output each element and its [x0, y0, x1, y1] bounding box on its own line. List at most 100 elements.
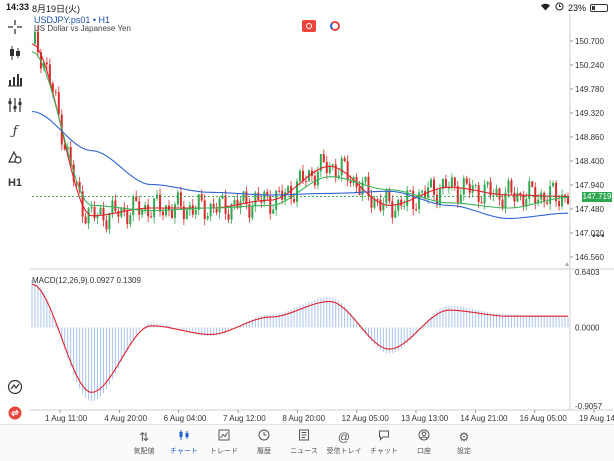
candle-bullish: [299, 170, 301, 182]
nav-trade[interactable]: トレード: [204, 428, 244, 456]
candle-bullish: [218, 198, 221, 213]
sell-button[interactable]: [302, 20, 316, 32]
candle-bullish: [209, 203, 212, 217]
chart-icon: [164, 428, 204, 446]
price-tick-label: 150.700: [575, 37, 604, 46]
candle-bearish: [531, 181, 534, 188]
candle-bullish: [296, 181, 299, 202]
candle-bearish: [456, 186, 459, 203]
chart-area[interactable]: 150.700 150.240 149.780 149.320 148.860 148.4…: [30, 14, 614, 424]
buy-icon: [330, 21, 340, 31]
candle-bullish: [474, 185, 477, 187]
candle-bullish: [364, 176, 367, 182]
battery-percent: 23%: [567, 2, 586, 13]
candle-bearish: [215, 208, 218, 213]
candle-bearish: [510, 180, 513, 193]
nav-account[interactable]: 口座: [404, 428, 444, 456]
bottom-nav: ⇅ 気配値 チャート トレード 履歴 ニュース @ 受信トレイ チャット 口座 …: [0, 424, 614, 461]
candle-bearish: [346, 161, 349, 181]
candle-bearish: [159, 194, 162, 212]
time-tick-label: 4 Aug 20:00: [104, 414, 147, 423]
quick-indicator-icon[interactable]: [4, 376, 26, 398]
candle-bearish: [191, 205, 194, 215]
candle-bullish: [340, 158, 343, 176]
function-icon[interactable]: ƒ: [4, 120, 26, 142]
nav-history-label: 履歴: [257, 448, 271, 455]
current-price-tag: 147.719: [582, 191, 612, 202]
nav-quotes-label: 気配値: [133, 448, 155, 455]
candle-bullish: [287, 186, 290, 193]
candle-bearish: [453, 177, 456, 187]
drawing-objects-icon[interactable]: [4, 146, 26, 168]
nav-account-label: 口座: [417, 448, 431, 455]
candle-bullish: [507, 180, 510, 193]
price-tick-label: 148.400: [575, 157, 604, 166]
time-tick-label: 1 Aug 11:00: [45, 414, 88, 423]
quotes-icon: ⇅: [138, 430, 150, 444]
bar-chart-icon[interactable]: [4, 68, 26, 90]
nav-settings[interactable]: ⚙ 設定: [444, 428, 484, 456]
candle-bearish: [102, 207, 105, 221]
price-tick-label: 149.320: [575, 109, 604, 118]
candle-bearish: [200, 194, 203, 201]
candle-bearish: [468, 183, 471, 193]
candle-bullish: [132, 196, 135, 216]
status-time: 14:33: [6, 2, 30, 12]
candle-bullish: [459, 194, 462, 203]
candle-bullish: [418, 192, 421, 210]
time-tick-label: 6 Aug 04:00: [164, 414, 207, 423]
candle-bullish: [90, 206, 93, 209]
candle-bearish: [93, 206, 96, 219]
candle-bearish: [84, 216, 87, 224]
time-tick-label: 14 Aug 21:00: [460, 414, 508, 423]
price-chart[interactable]: 150.700 150.240 149.780 149.320 148.860 148.4…: [30, 14, 614, 424]
nav-chat[interactable]: チャット: [364, 428, 404, 456]
price-tick-label: 146.560: [575, 253, 604, 262]
time-tick-label: 13 Aug 13:00: [401, 414, 449, 423]
timeframe-button[interactable]: H1: [4, 172, 26, 194]
candle-bearish: [57, 92, 60, 115]
status-bar: 14:33 8月19日(火) 23%: [0, 0, 614, 14]
candle-bullish: [206, 216, 209, 220]
candle-bearish: [546, 202, 549, 204]
candle-bearish: [138, 201, 141, 215]
candle-bullish: [397, 199, 400, 211]
candle-bullish: [194, 209, 197, 215]
macd-tick-label: 0.0000: [575, 323, 600, 332]
candlestick-icon[interactable]: [4, 42, 26, 64]
nav-mailbox[interactable]: @ 受信トレイ: [324, 428, 364, 456]
candle-bullish: [331, 164, 334, 166]
candle-bullish: [176, 192, 179, 205]
time-tick-label: 19 Aug 14:00: [579, 414, 614, 423]
trade-toggle-icon[interactable]: [4, 402, 26, 424]
candle-bearish: [376, 199, 379, 201]
candle-bullish: [373, 199, 376, 208]
candle-bullish: [462, 178, 465, 195]
buy-button[interactable]: [328, 20, 342, 32]
candle-bearish: [513, 192, 516, 202]
nav-quotes[interactable]: ⇅ 気配値: [124, 428, 164, 456]
price-tick-label: 148.860: [575, 133, 604, 142]
candle-bearish: [54, 91, 57, 93]
candle-bullish: [552, 182, 555, 187]
more-options-icon[interactable]: •••: [592, 231, 606, 242]
candle-bearish: [45, 62, 48, 65]
candle-bearish: [444, 178, 447, 188]
crosshair-icon[interactable]: [4, 16, 26, 38]
macd-label: MACD(12,26,9) 0.0927 0.1309: [32, 276, 141, 285]
candle-bearish: [465, 178, 468, 184]
nav-chart[interactable]: チャート: [164, 428, 204, 456]
nav-history[interactable]: 履歴: [244, 428, 284, 456]
candle-bearish: [480, 202, 483, 204]
candle-bullish: [403, 205, 406, 207]
candle-bearish: [114, 200, 117, 212]
candle-bearish: [415, 209, 418, 211]
candle-bullish: [173, 204, 176, 218]
indicator-icon[interactable]: [4, 94, 26, 116]
price-tick-label: 147.940: [575, 181, 604, 190]
time-tick-label: 12 Aug 05:00: [342, 414, 390, 423]
history-icon: [244, 428, 284, 446]
candle-bullish: [549, 186, 552, 204]
nav-news[interactable]: ニュース: [284, 428, 324, 456]
mailbox-icon: @: [337, 430, 351, 444]
